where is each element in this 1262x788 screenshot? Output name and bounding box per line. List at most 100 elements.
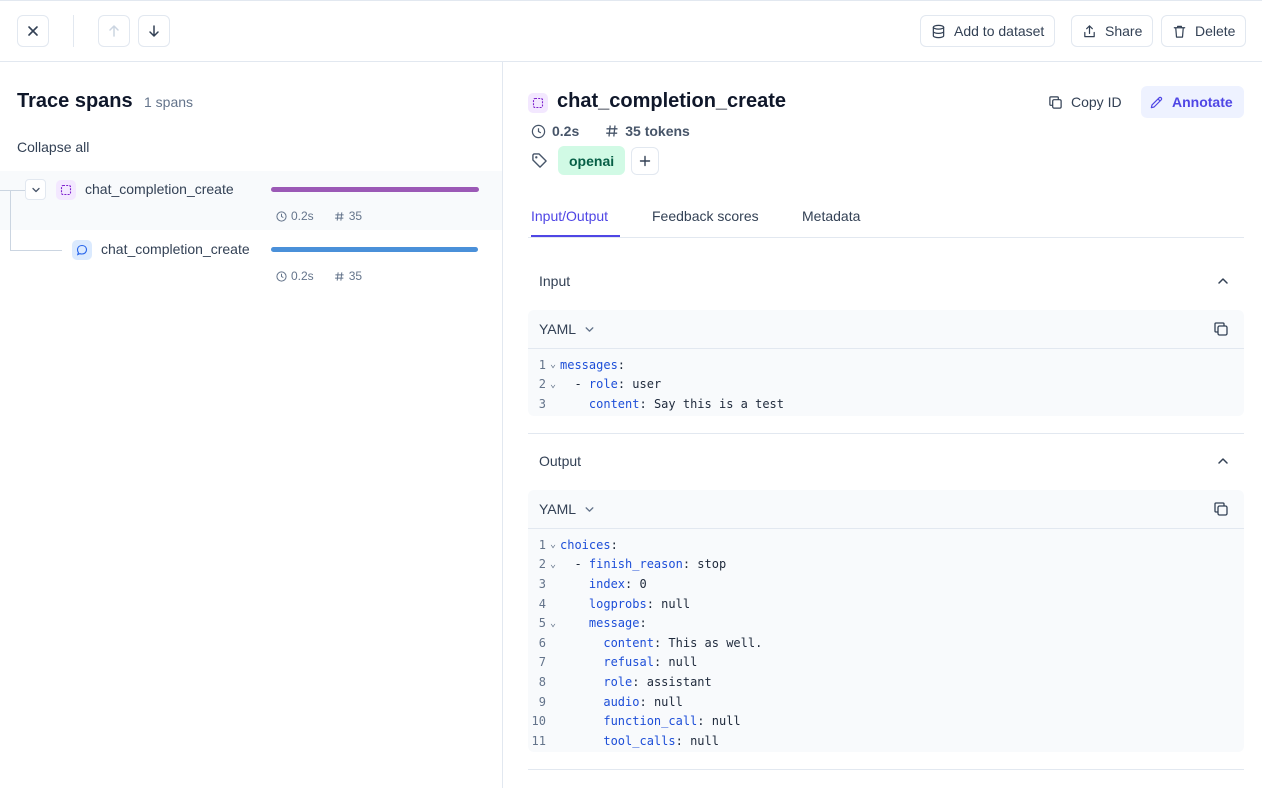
delete-button[interactable]: Delete bbox=[1161, 15, 1247, 47]
line-number: 1 bbox=[538, 537, 546, 552]
collapse-all-button[interactable]: Collapse all bbox=[17, 139, 89, 155]
yaml-value: null bbox=[653, 596, 691, 611]
span-name[interactable]: chat_completion_create bbox=[85, 181, 234, 197]
add-to-dataset-label: Add to dataset bbox=[954, 23, 1045, 39]
code-line: 4 logprobs: null bbox=[528, 594, 1244, 614]
tag-badge[interactable]: openai bbox=[558, 146, 626, 175]
section-divider bbox=[528, 433, 1244, 434]
fold-chevron-icon[interactable]: ⌄ bbox=[546, 359, 560, 370]
yaml-key: index bbox=[588, 576, 626, 591]
span-count: 1 spans bbox=[144, 94, 194, 110]
add-to-dataset-button[interactable]: Add to dataset bbox=[920, 15, 1056, 47]
line-number: 5 bbox=[538, 616, 546, 631]
span-row-selected[interactable] bbox=[0, 171, 502, 230]
yaml-value: null bbox=[704, 714, 741, 729]
chevron-down-icon bbox=[585, 506, 594, 512]
next-button[interactable] bbox=[138, 15, 170, 47]
yaml-key: audio bbox=[603, 694, 640, 709]
yaml-key: refusal bbox=[603, 655, 654, 670]
yaml-key: messages bbox=[560, 357, 618, 372]
copy-id-button[interactable]: Copy ID bbox=[1044, 86, 1126, 118]
output-section-header[interactable]: Output bbox=[528, 440, 1244, 484]
code-line: 2 ⌄ - role: user bbox=[528, 375, 1244, 395]
fold-chevron-icon[interactable]: ⌄ bbox=[546, 559, 560, 570]
tab-input-output[interactable]: Input/Output bbox=[531, 208, 608, 224]
span-name[interactable]: chat_completion_create bbox=[101, 241, 250, 257]
share-button[interactable]: Share bbox=[1071, 15, 1154, 47]
code-line: 6 content: This as well. bbox=[528, 633, 1244, 653]
line-number: 4 bbox=[538, 596, 546, 611]
yaml-colon: : bbox=[682, 557, 691, 572]
tree-connector bbox=[10, 250, 62, 251]
yaml-key: choices bbox=[560, 537, 611, 552]
pencil-icon bbox=[1150, 96, 1163, 108]
detail-tabs: Input/Output Feedback scores Metadata bbox=[528, 198, 1244, 238]
section-divider bbox=[528, 769, 1244, 770]
tags-row: openai bbox=[531, 146, 660, 175]
trash-icon bbox=[1173, 25, 1186, 38]
input-section-header[interactable]: Input bbox=[528, 260, 1244, 304]
input-format-select[interactable]: YAML bbox=[539, 321, 595, 337]
code-line: 11 tool_calls: null bbox=[528, 731, 1244, 751]
yaml-key: role bbox=[588, 377, 618, 392]
add-tag-button[interactable] bbox=[631, 146, 660, 175]
previous-button[interactable] bbox=[98, 15, 130, 47]
code-line: 8 role: assistant bbox=[528, 672, 1244, 692]
hash-icon bbox=[334, 271, 344, 281]
input-code-lines[interactable]: 1 ⌄ messages:2 ⌄ - role: user 3 content: Say… bbox=[528, 349, 1244, 414]
clock-icon bbox=[276, 210, 287, 222]
yaml-value: This as well. bbox=[661, 635, 763, 650]
chevron-down-icon bbox=[31, 187, 40, 192]
share-label: Share bbox=[1105, 23, 1143, 39]
copy-icon[interactable] bbox=[1213, 321, 1229, 337]
yaml-key: role bbox=[603, 674, 633, 689]
line-number: 7 bbox=[538, 655, 546, 670]
arrow-up-icon bbox=[109, 25, 119, 37]
output-format-select[interactable]: YAML bbox=[539, 501, 595, 517]
code-line: 2 ⌄ - finish_reason: stop bbox=[528, 555, 1244, 575]
line-number: 3 bbox=[538, 576, 546, 591]
yaml-colon: : bbox=[697, 714, 705, 729]
tab-metadata[interactable]: Metadata bbox=[802, 208, 860, 224]
close-icon bbox=[28, 26, 38, 36]
annotate-button[interactable]: Annotate bbox=[1141, 86, 1244, 118]
panel-title: Trace spans bbox=[17, 90, 133, 112]
clock-icon bbox=[276, 270, 287, 282]
code-line: 10 function_call: null bbox=[528, 711, 1244, 731]
llm-span-icon bbox=[56, 180, 76, 200]
arrow-down-icon bbox=[149, 25, 159, 37]
close-button[interactable] bbox=[17, 15, 49, 47]
fold-chevron-icon[interactable]: ⌄ bbox=[546, 379, 560, 390]
trace-spans-panel: Trace spans 1 spans Collapse all chat_co… bbox=[0, 62, 503, 788]
output-code-lines[interactable]: 1 ⌄ choices:2 ⌄ - finish_reason: stop 3 inde… bbox=[528, 529, 1244, 751]
code-line: 1 ⌄ choices: bbox=[528, 535, 1244, 555]
hash-icon bbox=[606, 125, 618, 137]
tab-feedback-scores[interactable]: Feedback scores bbox=[652, 208, 759, 224]
span-stats: 0.2s 35 tokens bbox=[531, 123, 690, 139]
line-number: 2 bbox=[538, 377, 546, 392]
copy-id-label: Copy ID bbox=[1071, 94, 1122, 110]
code-indent: - bbox=[560, 557, 589, 572]
code-line: 5 ⌄ message: bbox=[528, 613, 1244, 633]
span-tokens: 35 bbox=[348, 209, 363, 223]
code-line: 7 refusal: null bbox=[528, 653, 1244, 673]
fold-chevron-icon[interactable]: ⌄ bbox=[546, 618, 560, 629]
format-label: YAML bbox=[539, 501, 577, 517]
chevron-up-icon bbox=[1218, 458, 1228, 464]
code-line: 1 ⌄ messages: bbox=[528, 355, 1244, 375]
chevron-down-icon bbox=[585, 326, 594, 332]
yaml-colon: : bbox=[639, 396, 647, 411]
copy-icon[interactable] bbox=[1213, 501, 1229, 517]
llm-span-icon bbox=[528, 93, 548, 113]
span-detail-panel: chat_completion_create Copy ID Annotate … bbox=[504, 62, 1262, 788]
hash-icon bbox=[334, 211, 344, 221]
expand-toggle[interactable] bbox=[25, 179, 46, 200]
span-title: chat_completion_create bbox=[557, 90, 786, 112]
fold-chevron-icon[interactable]: ⌄ bbox=[546, 539, 560, 550]
yaml-colon: : bbox=[653, 655, 662, 670]
